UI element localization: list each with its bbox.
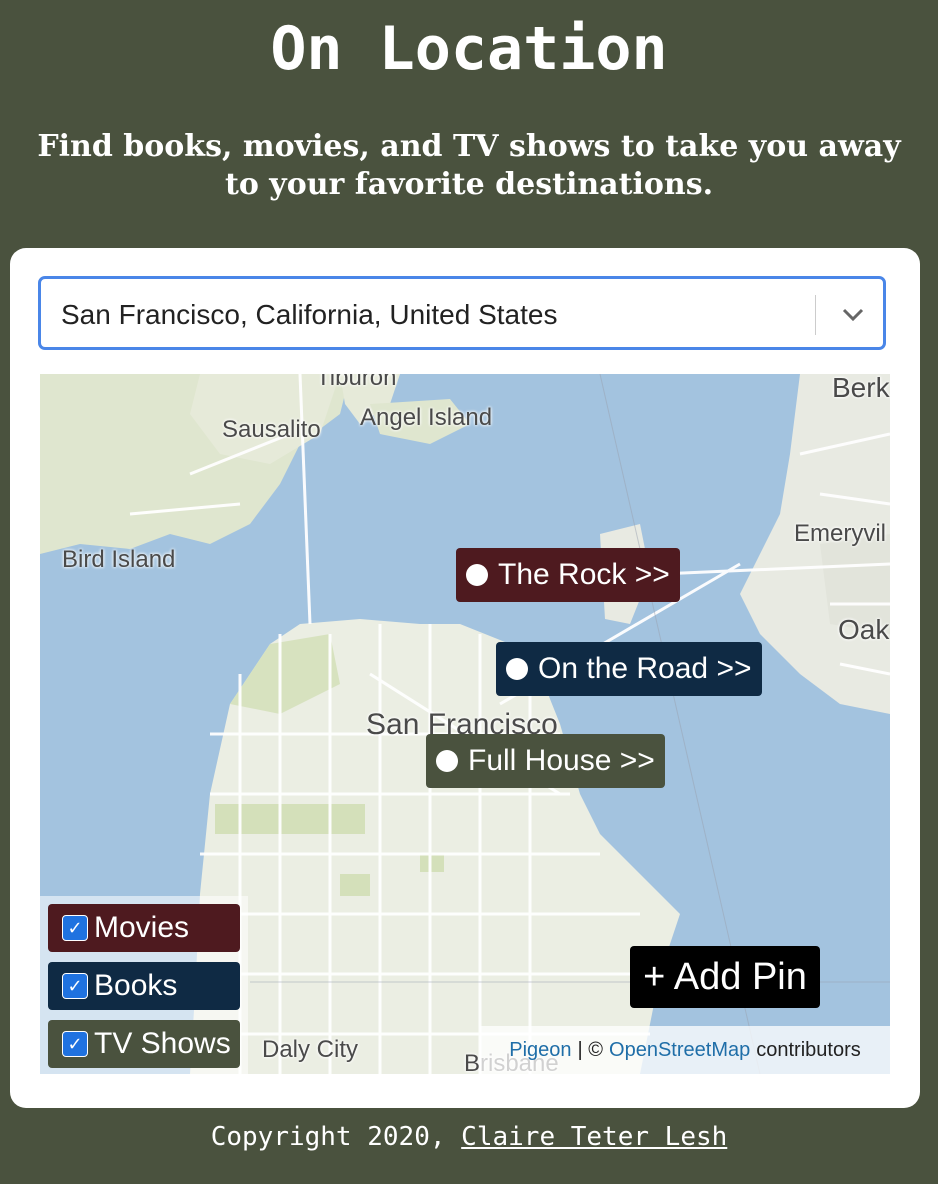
checkbox-checked-icon[interactable]: ✓ <box>62 973 88 999</box>
footer: Copyright 2020, Claire Teter Lesh <box>0 1122 938 1152</box>
pin-dot-icon <box>466 564 488 586</box>
add-pin-button[interactable]: + Add Pin <box>630 946 820 1008</box>
pin-label: The Rock >> <box>498 558 670 591</box>
pin-dot-icon <box>506 658 528 680</box>
legend-label-movies: Movies <box>94 911 190 944</box>
attribution-contributors: contributors <box>756 1038 861 1061</box>
chevron-down-icon[interactable] <box>833 293 873 337</box>
pin-label: Full House >> <box>468 744 655 777</box>
pin-dot-icon <box>436 750 458 772</box>
map-label-daly-city: Daly City <box>262 1036 359 1063</box>
main-card: San Francisco, California, United States <box>10 248 920 1108</box>
map-label-angel-island: Angel Island <box>360 404 493 431</box>
map[interactable]: Tiburon Angel Island Sausalito Berk Emer… <box>40 374 890 1074</box>
openstreetmap-link[interactable]: OpenStreetMap <box>609 1039 750 1062</box>
location-select[interactable]: San Francisco, California, United States <box>38 276 886 350</box>
map-label-sausalito: Sausalito <box>222 416 321 443</box>
map-label-oakland: Oak <box>838 614 890 645</box>
checkbox-checked-icon[interactable]: ✓ <box>62 1031 88 1057</box>
map-pin-full-house[interactable]: Full House >> <box>426 734 665 788</box>
attribution-separator: | © <box>577 1038 604 1061</box>
map-pin-on-the-road[interactable]: On the Road >> <box>496 642 762 696</box>
author-link[interactable]: Claire Teter Lesh <box>461 1122 727 1152</box>
pin-label: On the Road >> <box>538 652 752 685</box>
map-label-berkeley: Berk <box>832 374 890 403</box>
select-separator <box>815 295 816 335</box>
page-subtitle: Find books, movies, and TV shows to take… <box>37 129 901 202</box>
map-pin-the-rock[interactable]: The Rock >> <box>456 548 680 602</box>
map-label-bird-island: Bird Island <box>62 546 176 573</box>
map-label-emeryville: Emeryvil <box>794 520 887 547</box>
location-select-value: San Francisco, California, United States <box>61 299 558 330</box>
copyright-text: Copyright 2020, <box>210 1122 446 1152</box>
map-attribution: Pigeon | © OpenStreetMap contributors <box>480 1026 890 1074</box>
map-label-tiburon: Tiburon <box>316 374 397 391</box>
pigeon-link[interactable]: Pigeon <box>509 1039 571 1062</box>
checkbox-checked-icon[interactable]: ✓ <box>62 915 88 941</box>
legend-toggle-books[interactable]: ✓ Books <box>48 962 240 1010</box>
legend-label-tv-shows: TV Shows <box>94 1027 231 1060</box>
legend-label-books: Books <box>94 969 178 1002</box>
page-title: On Location <box>270 14 668 84</box>
legend-toggle-tv-shows[interactable]: ✓ TV Shows <box>48 1020 240 1068</box>
legend-toggle-movies[interactable]: ✓ Movies <box>48 904 240 952</box>
